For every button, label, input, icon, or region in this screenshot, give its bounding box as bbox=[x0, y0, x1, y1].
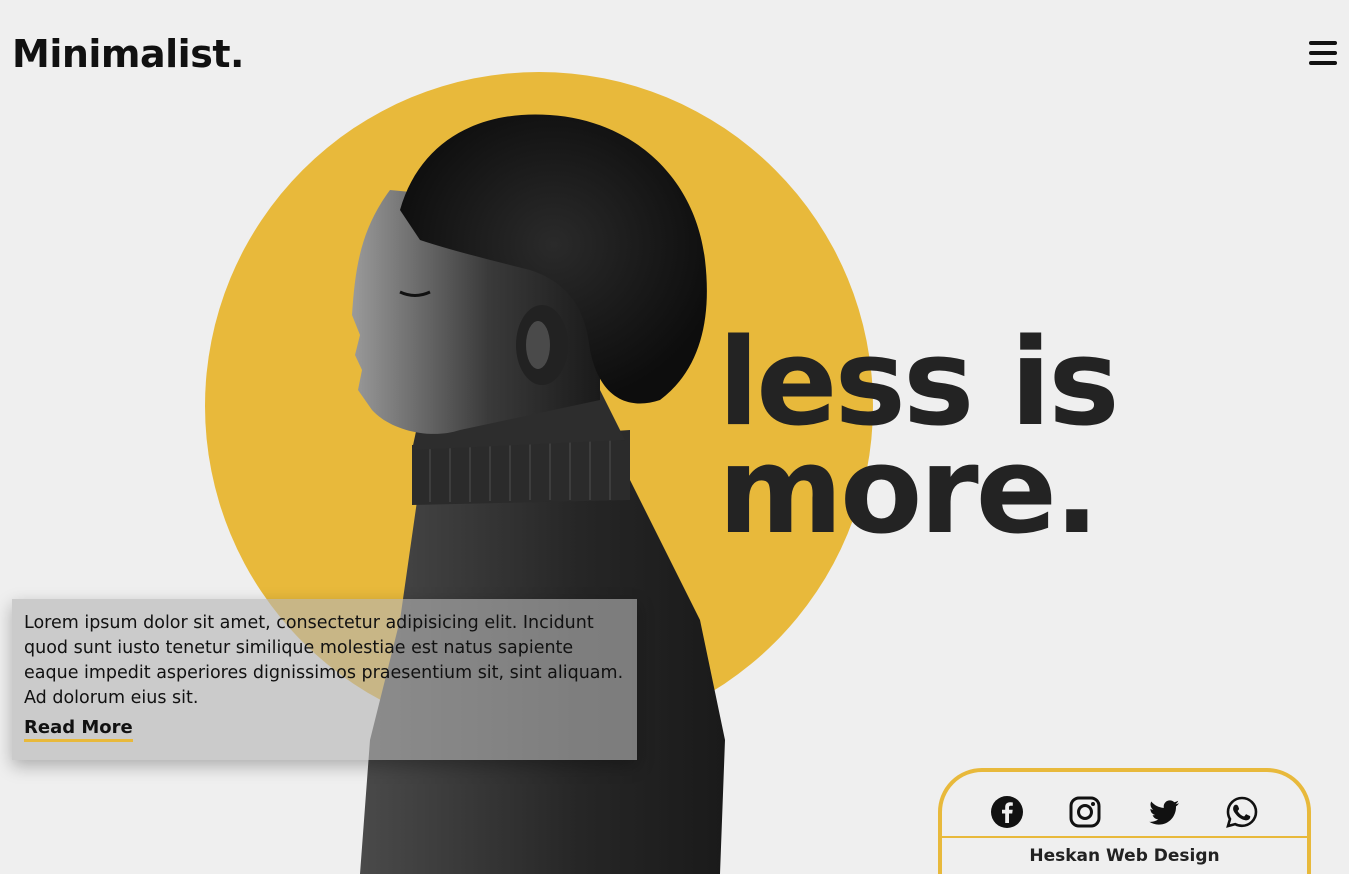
whatsapp-icon[interactable] bbox=[1225, 795, 1259, 829]
hero-headline: less is more. bbox=[718, 324, 1120, 561]
hamburger-menu-icon[interactable] bbox=[1309, 41, 1337, 67]
intro-paragraph: Lorem ipsum dolor sit amet, consectetur … bbox=[24, 613, 624, 708]
facebook-icon[interactable] bbox=[990, 795, 1024, 829]
social-card: Heskan Web Design bbox=[938, 768, 1311, 874]
instagram-icon[interactable] bbox=[1068, 795, 1102, 829]
twitter-icon[interactable] bbox=[1147, 795, 1181, 829]
intro-card: Lorem ipsum dolor sit amet, consectetur … bbox=[12, 599, 637, 760]
headline-line-2: more. bbox=[718, 422, 1100, 561]
read-more-link[interactable]: Read More bbox=[24, 717, 133, 742]
credit-text: Heskan Web Design bbox=[1029, 846, 1220, 866]
social-icons-row bbox=[942, 772, 1307, 838]
site-logo[interactable]: Minimalist. bbox=[12, 32, 244, 76]
